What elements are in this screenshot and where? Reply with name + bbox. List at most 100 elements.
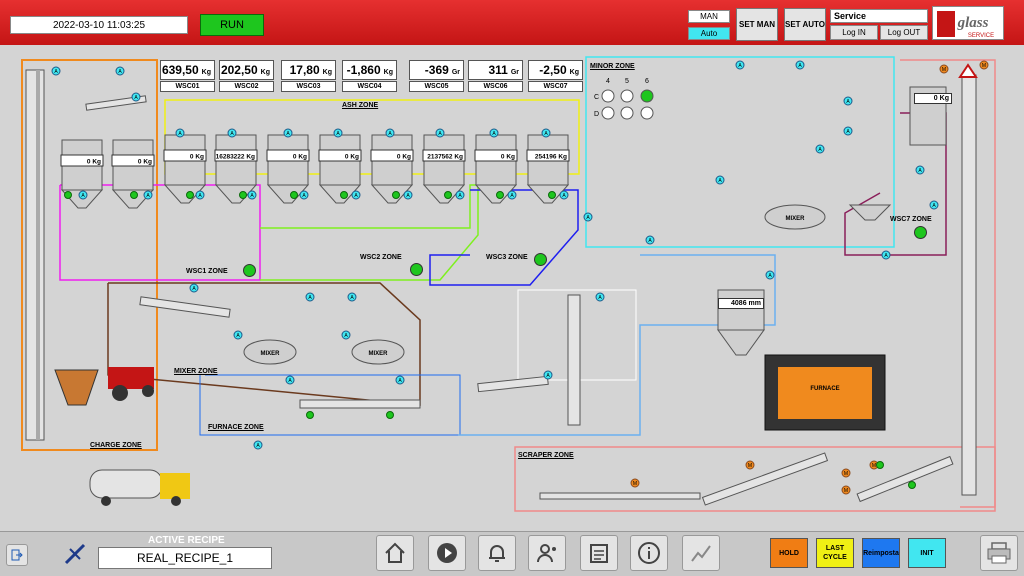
wsc1-status-indicator — [243, 264, 256, 277]
home-button[interactable] — [376, 535, 414, 571]
print-button[interactable] — [980, 535, 1018, 571]
minor-zone-label: MINOR ZONE — [590, 63, 635, 70]
calendar-list-icon — [590, 544, 608, 563]
warning-icon — [958, 63, 978, 78]
silo-weight-value: 0 Kg — [345, 154, 359, 161]
motor-marker-label: M — [844, 471, 848, 477]
run-status-button[interactable]: RUN — [200, 14, 264, 36]
running-indicator — [340, 191, 348, 199]
disconnect-icon[interactable] — [62, 541, 88, 572]
alarm-button[interactable] — [478, 535, 516, 571]
running-indicator — [876, 461, 884, 469]
running-indicator — [186, 191, 194, 199]
wsc3-zone-label: WSC3 ZONE — [486, 254, 528, 261]
logo-graphic: glass SERVICE — [937, 11, 994, 39]
logo-sub: SERVICE — [968, 33, 994, 39]
home-icon — [385, 542, 405, 563]
last-cycle-button[interactable]: LAST CYCLE — [816, 538, 854, 568]
svg-text:MIXER: MIXER — [260, 351, 280, 357]
motor-marker-label: M — [633, 481, 637, 487]
mixer-zone-label: MIXER ZONE — [174, 368, 218, 375]
silo-weight-value: 0 Kg — [397, 154, 411, 161]
datetime-display: 2022-03-10 11:03:25 — [10, 16, 188, 34]
silo-weight-value: 16283222 Kg — [216, 154, 255, 161]
silo-weight-value: 0 Kg — [138, 159, 152, 166]
motor-marker-label: M — [982, 63, 986, 69]
silo-weight-value: 254196 Kg — [535, 154, 567, 161]
motor-marker-label: M — [844, 488, 848, 494]
silo-weight-value: 0 Kg — [87, 159, 101, 166]
alarm-bell-icon — [489, 545, 505, 562]
svg-text:FURNACE: FURNACE — [810, 386, 839, 392]
wsc7-weight-value: 0 Kg — [914, 93, 952, 104]
minor-grid-row-label: D — [594, 111, 599, 118]
logout-button[interactable]: Log OUT — [880, 25, 928, 40]
scraper-zone-label: SCRAPER ZONE — [518, 452, 574, 459]
wsc7-zone-label: WSC7 ZONE — [890, 216, 932, 223]
running-indicator — [392, 191, 400, 199]
wsc2-zone-label: WSC2 ZONE — [360, 254, 402, 261]
mode-auto-indicator: Auto — [688, 27, 730, 40]
glass-service-logo: glass SERVICE — [932, 6, 1004, 40]
minor-grid-row-label: C — [594, 94, 599, 101]
motor-marker-label: M — [942, 67, 946, 73]
users-settings-button[interactable] — [528, 535, 566, 571]
running-indicator — [496, 191, 504, 199]
minor-zone-outline — [585, 56, 895, 248]
minor-grid-cell — [620, 106, 634, 120]
reimposta-button[interactable]: Reimposta — [862, 538, 900, 568]
init-button[interactable]: INIT — [908, 538, 946, 568]
furnace-zone-label: FURNACE ZONE — [208, 424, 264, 431]
minor-grid-col-label: 5 — [625, 78, 629, 85]
mode-man-indicator: MAN — [688, 10, 730, 23]
info-button[interactable] — [630, 535, 668, 571]
trend-button[interactable] — [682, 535, 720, 571]
running-indicator — [64, 191, 72, 199]
active-recipe-field[interactable]: REAL_RECIPE_1 — [98, 547, 272, 569]
wsc2-status-indicator — [410, 263, 423, 276]
running-indicator — [908, 481, 916, 489]
furnace-level-value: 4086 mm — [718, 298, 764, 309]
minor-grid-cell — [620, 89, 634, 103]
ash-zone-label: ASH ZONE — [342, 102, 379, 109]
set-man-button[interactable]: SET MAN — [736, 8, 778, 41]
motor-marker-label: M — [748, 463, 752, 469]
running-indicator — [444, 191, 452, 199]
svg-text:MIXER: MIXER — [368, 351, 388, 357]
play-button[interactable] — [428, 535, 466, 571]
wsc1-zone-label: WSC1 ZONE — [186, 268, 228, 275]
user-field: Service — [830, 9, 928, 23]
silo-weight-value: 0 Kg — [501, 154, 515, 161]
exit-button[interactable] — [6, 544, 28, 566]
svg-text:MIXER: MIXER — [785, 216, 805, 222]
minor-grid-col-label: 4 — [606, 78, 610, 85]
process-diagram: 0 Kg 0 Kg 0 Kg 16283222 Kg 0 Kg 0 Kg 0 Kg 21375… — [21, 56, 996, 512]
charge-zone-label: CHARGE ZONE — [90, 442, 142, 449]
wsc3-status-indicator — [534, 253, 547, 266]
furnace-zone-outline — [458, 254, 776, 436]
silo-weight-value: 2137562 Kg — [427, 154, 463, 161]
minor-grid-cell — [640, 89, 654, 103]
active-recipe-title: ACTIVE RECIPE — [148, 535, 225, 546]
running-indicator — [290, 191, 298, 199]
running-indicator — [386, 411, 394, 419]
running-indicator — [239, 191, 247, 199]
running-indicator — [306, 411, 314, 419]
info-icon — [638, 542, 660, 564]
hold-button[interactable]: HOLD — [770, 538, 808, 568]
running-indicator — [130, 191, 138, 199]
report-button[interactable] — [580, 535, 618, 571]
motor-marker-label: M — [872, 463, 876, 469]
minor-grid-cell — [601, 89, 615, 103]
exit-icon — [11, 549, 23, 561]
silo-weight-value: 0 Kg — [293, 154, 307, 161]
wsc3-zone-outline — [429, 189, 579, 286]
play-icon — [437, 543, 457, 563]
set-auto-button[interactable]: SET AUTO — [784, 8, 826, 41]
running-indicator — [548, 191, 556, 199]
minor-grid-cell — [640, 106, 654, 120]
silo-weight-value: 0 Kg — [190, 154, 204, 161]
user-gear-icon — [537, 544, 556, 563]
login-button[interactable]: Log IN — [830, 25, 878, 40]
wsc7-status-indicator — [914, 226, 927, 239]
